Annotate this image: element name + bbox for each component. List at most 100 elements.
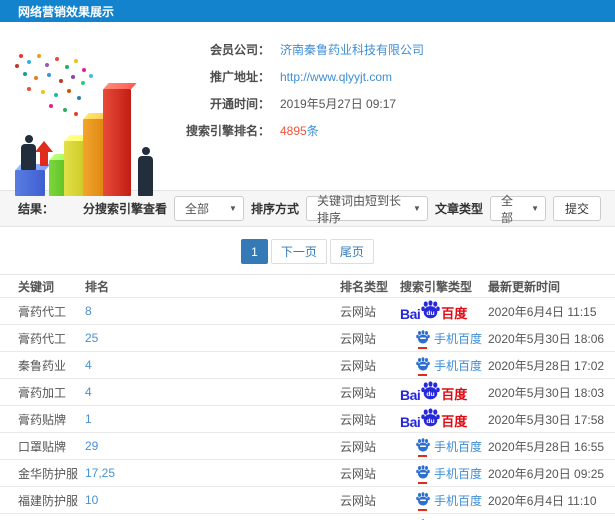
- caret-down-icon: ▼: [229, 204, 237, 213]
- company-name-link[interactable]: 济南秦鲁药业科技有限公司: [280, 41, 424, 58]
- search-engine-cell: Baidu百度 手机百度: [400, 329, 488, 349]
- baidu-paw-icon: du: [421, 300, 441, 322]
- info-row-rank-count: 搜索引擎排名： 4895条: [178, 117, 424, 144]
- engine-rank-value: 4895条: [280, 122, 319, 139]
- last-page-button[interactable]: 尾页: [329, 239, 374, 264]
- filter-controls: 分搜索引擎查看 全部 ▼ 排序方式 关键词由短到长排序 ▼ 文章类型 全部 ▼ …: [82, 194, 601, 225]
- rank-link[interactable]: 4: [85, 385, 340, 399]
- page-1-button[interactable]: 1: [241, 239, 268, 264]
- rank-type-cell: 云网站: [340, 412, 377, 427]
- table-row-partial: [0, 514, 615, 520]
- rank-link[interactable]: 25: [85, 331, 340, 345]
- rank-link[interactable]: 17,25: [85, 466, 340, 480]
- result-label: 结果：: [18, 202, 55, 216]
- table-row: 秦鲁药业 4 云网站 Baidu百度 手机百度 2020年5月28日 17:02: [0, 352, 615, 379]
- search-engine-cell: Baidu百度 手机百度: [400, 437, 488, 457]
- search-engine-cell: Baidu百度 手机百度: [400, 300, 488, 322]
- red-underline: [418, 346, 427, 349]
- mobile-paw-icon: [416, 356, 430, 376]
- mobile-paw-icon: [416, 437, 430, 457]
- open-time-value: 2019年5月27日 09:17: [280, 97, 397, 111]
- info-row-url: 推广地址： http://www.qlyyjt.com: [178, 63, 424, 90]
- company-label: 会员公司：: [209, 43, 270, 57]
- rank-link[interactable]: 8: [85, 304, 340, 318]
- baidu-paw-icon: du: [421, 381, 441, 403]
- table-row: 金华防护服 17,25 云网站 Baidu百度 手机百度 2020年6月20日 …: [0, 460, 615, 487]
- mobile-paw-icon: [416, 464, 430, 484]
- rank-link[interactable]: 1: [85, 412, 340, 426]
- rank-count-unit: 条: [306, 124, 319, 138]
- engine-filter-select[interactable]: 全部 ▼: [173, 196, 244, 221]
- rank-type-cell: 云网站: [340, 358, 377, 373]
- businessman-right: [138, 147, 153, 196]
- keyword-cell: 秦鲁药业: [18, 358, 67, 373]
- keyword-cell: 膏药代工: [18, 331, 67, 346]
- sort-filter-select[interactable]: 关键词由短到长排序 ▼: [305, 194, 428, 225]
- table-row: 膏药代工 25 云网站 Baidu百度 手机百度 2020年5月30日 18:0…: [0, 325, 615, 352]
- page-header: 网络营销效果展示: [0, 0, 615, 22]
- keyword-cell: 福建防护服: [18, 493, 79, 508]
- pagination: 1 下一页 尾页: [0, 239, 615, 264]
- updated-time-cell: 2020年6月4日 11:15: [488, 304, 597, 319]
- page-title: 网络营销效果展示: [18, 4, 115, 19]
- updated-time-cell: 2020年5月30日 17:58: [488, 412, 605, 427]
- table-row: 口罩贴牌 29 云网站 Baidu百度 手机百度 2020年5月28日 16:5…: [0, 433, 615, 460]
- next-page-button[interactable]: 下一页: [270, 239, 327, 264]
- caret-down-icon: ▼: [531, 204, 539, 213]
- info-row-open-time: 开通时间： 2019年5月27日 09:17: [178, 90, 424, 117]
- updated-time-cell: 2020年5月28日 17:02: [488, 358, 605, 373]
- updated-time-cell: 2020年5月30日 18:03: [488, 385, 605, 400]
- article-type-select[interactable]: 全部 ▼: [489, 194, 546, 225]
- search-engine-cell: Baidu百度 手机百度: [400, 491, 488, 511]
- svg-text:du: du: [427, 418, 435, 425]
- confetti-dots: [19, 54, 23, 58]
- engine-rank-label: 搜索引擎排名：: [185, 124, 270, 138]
- rank-link[interactable]: 10: [85, 493, 340, 507]
- rank-type-cell: 云网站: [340, 493, 377, 508]
- growth-chart-illustration: [5, 52, 173, 198]
- updated-time-cell: 2020年5月28日 16:55: [488, 439, 605, 454]
- mobile-baidu-logo: 手机百度: [416, 356, 482, 376]
- rank-type-cell: 云网站: [340, 304, 377, 319]
- mobile-paw-icon: [416, 329, 430, 349]
- search-engine-cell: Baidu百度 手机百度: [400, 381, 488, 403]
- col-keyword: 关键词: [18, 279, 55, 294]
- updated-time-cell: 2020年6月20日 09:25: [488, 466, 605, 481]
- mobile-baidu-logo: 手机百度: [416, 329, 482, 349]
- table-row: 福建防护服 10 云网站 Baidu百度 手机百度 2020年6月4日 11:1…: [0, 487, 615, 514]
- engine-filter-label: 分搜索引擎查看: [82, 202, 167, 216]
- keyword-cell: 金华防护服: [18, 466, 79, 481]
- rank-link[interactable]: 4: [85, 358, 340, 372]
- mobile-paw-icon: [416, 491, 430, 511]
- search-engine-cell: Baidu百度 手机百度: [400, 464, 488, 484]
- red-underline: [418, 373, 427, 376]
- baidu-logo: Bai du 百度: [400, 381, 467, 403]
- svg-text:du: du: [427, 391, 435, 398]
- col-engine-type: 搜索引擎类型: [400, 279, 473, 294]
- promo-url-link[interactable]: http://www.qlyyjt.com: [280, 70, 392, 84]
- keyword-cell: 口罩贴牌: [18, 439, 67, 454]
- table-header-row: 关键词 排名 排名类型 搜索引擎类型 最新更新时间: [0, 275, 615, 298]
- rank-type-cell: 云网站: [340, 331, 377, 346]
- table-row: 膏药贴牌 1 云网站 Baidu百度 手机百度 2020年5月30日 17:58: [0, 406, 615, 433]
- company-info-section: 会员公司： 济南秦鲁药业科技有限公司 推广地址： http://www.qlyy…: [0, 22, 615, 196]
- promo-url-label: 推广地址：: [209, 70, 270, 84]
- col-rank-type: 排名类型: [340, 279, 389, 294]
- mobile-baidu-logo: 手机百度: [416, 437, 482, 457]
- keyword-cell: 膏药代工: [18, 304, 67, 319]
- sort-filter-value: 关键词由短到长排序: [316, 193, 401, 225]
- info-row-company: 会员公司： 济南秦鲁药业科技有限公司: [178, 36, 424, 63]
- caret-down-icon: ▼: [413, 204, 421, 213]
- rank-link[interactable]: 29: [85, 439, 340, 453]
- rank-type-cell: 云网站: [340, 466, 377, 481]
- mobile-baidu-logo: 手机百度: [416, 464, 482, 484]
- col-updated: 最新更新时间: [488, 279, 561, 294]
- rank-count-number: 4895: [280, 124, 307, 138]
- businessman-left: [21, 135, 36, 170]
- rank-type-cell: 云网站: [340, 439, 377, 454]
- results-table: 关键词 排名 排名类型 搜索引擎类型 最新更新时间 膏药代工 8 云网站 Bai…: [0, 274, 615, 520]
- submit-button[interactable]: 提交: [552, 196, 601, 221]
- baidu-paw-icon: du: [421, 408, 441, 430]
- engine-filter-value: 全部: [184, 202, 209, 216]
- keyword-cell: 膏药加工: [18, 385, 67, 400]
